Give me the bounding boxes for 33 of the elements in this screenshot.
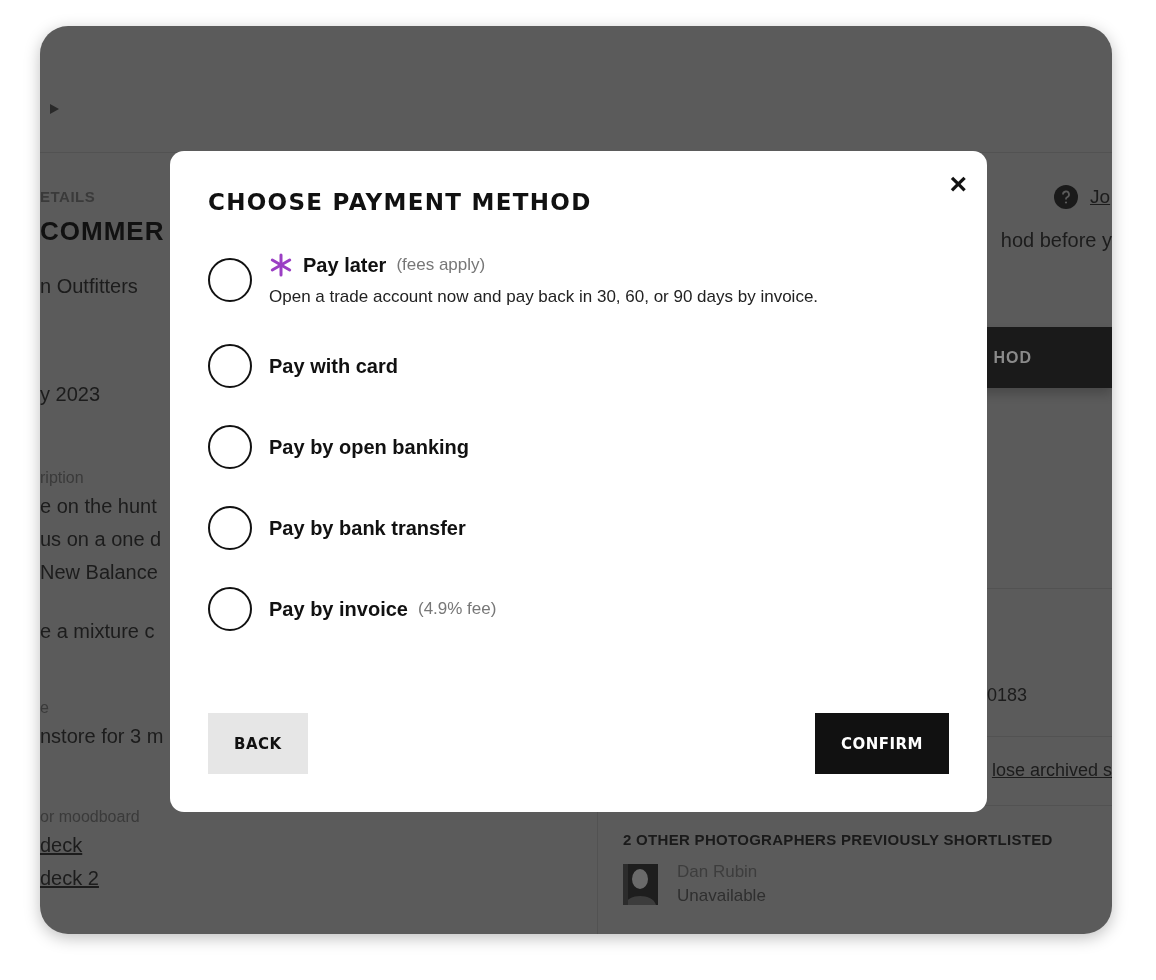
field-value: nstore for 3 m xyxy=(40,724,164,749)
radio-button[interactable] xyxy=(208,587,252,631)
help-link[interactable]: Jo xyxy=(1090,186,1112,208)
field-value: us on a one d xyxy=(40,527,162,552)
close-button[interactable]: × xyxy=(943,169,973,199)
radio-button[interactable] xyxy=(208,506,252,550)
help-icon[interactable] xyxy=(1054,185,1078,209)
back-button[interactable]: BACK xyxy=(208,713,308,774)
option-label: Pay by open banking xyxy=(269,435,470,459)
field-value: e on the hunt xyxy=(40,494,157,519)
option-label: Pay by bank transfer xyxy=(269,516,466,540)
notice-text: hod before y xyxy=(1000,229,1112,252)
deck-link[interactable]: deck xyxy=(40,829,83,862)
deck-link[interactable]: deck 2 xyxy=(40,862,99,895)
field-value: New Balance xyxy=(40,560,158,585)
option-label: Pay later xyxy=(303,253,387,277)
dialog-title: CHOOSE PAYMENT METHOD xyxy=(208,189,593,215)
confirm-button[interactable]: CONFIRM xyxy=(814,713,949,774)
field-value: n Outfitters xyxy=(40,274,138,299)
fee-note: (fees apply) xyxy=(396,255,486,275)
option-label: Pay by invoice xyxy=(269,597,408,621)
radio-button[interactable] xyxy=(208,344,252,388)
field-value: e a mixture c xyxy=(40,619,155,644)
reference-number: 0183 xyxy=(986,685,1027,706)
option-label: Pay with card xyxy=(269,354,398,378)
shortlist-heading: 2 OTHER PHOTOGRAPHERS PREVIOUSLY SHORTLISTED xyxy=(623,831,1054,848)
archived-link[interactable]: lose archived s xyxy=(991,760,1112,781)
field-value: y 2023 xyxy=(40,382,101,407)
radio-button[interactable] xyxy=(208,258,252,302)
option-description: Open a trade account now and pay back in 30, 60, or 90 days by invoice. xyxy=(269,287,819,307)
radio-button[interactable] xyxy=(208,425,252,469)
brief-title: COMMER xyxy=(40,215,165,248)
fee-note: (4.9% fee) xyxy=(417,599,497,619)
